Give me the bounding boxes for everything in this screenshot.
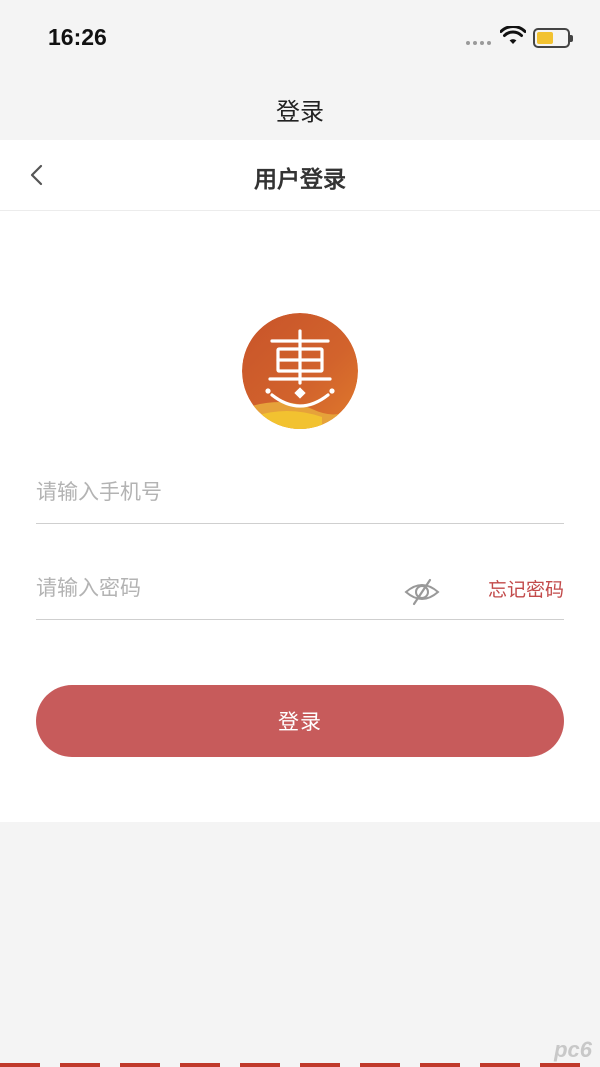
signal-icon bbox=[466, 41, 491, 45]
forgot-password-link[interactable]: 忘记密码 bbox=[488, 575, 564, 602]
app-title-bar: 登录 bbox=[0, 78, 600, 140]
password-field: 忘记密码 bbox=[36, 554, 564, 620]
hui-logo bbox=[242, 313, 358, 429]
wifi-icon bbox=[500, 26, 526, 44]
login-panel: 用户登录 请输入手机号 忘记密码 登录 bbox=[0, 140, 600, 822]
watermark: pc6 bbox=[554, 1037, 592, 1062]
nav-bar: 用户登录 bbox=[0, 140, 600, 211]
app-title: 登录 bbox=[276, 98, 324, 126]
phone-input[interactable] bbox=[36, 470, 396, 514]
password-input[interactable] bbox=[36, 566, 396, 610]
login-button[interactable]: 登录 bbox=[36, 685, 564, 757]
phone-field bbox=[36, 458, 564, 524]
status-bar: 16:26 bbox=[0, 0, 600, 78]
eye-off-icon[interactable] bbox=[404, 574, 440, 610]
page-title: 用户登录 bbox=[254, 167, 346, 193]
status-time: 16:26 bbox=[48, 24, 107, 50]
battery-icon bbox=[533, 28, 573, 48]
bottom-strip bbox=[0, 1063, 600, 1067]
